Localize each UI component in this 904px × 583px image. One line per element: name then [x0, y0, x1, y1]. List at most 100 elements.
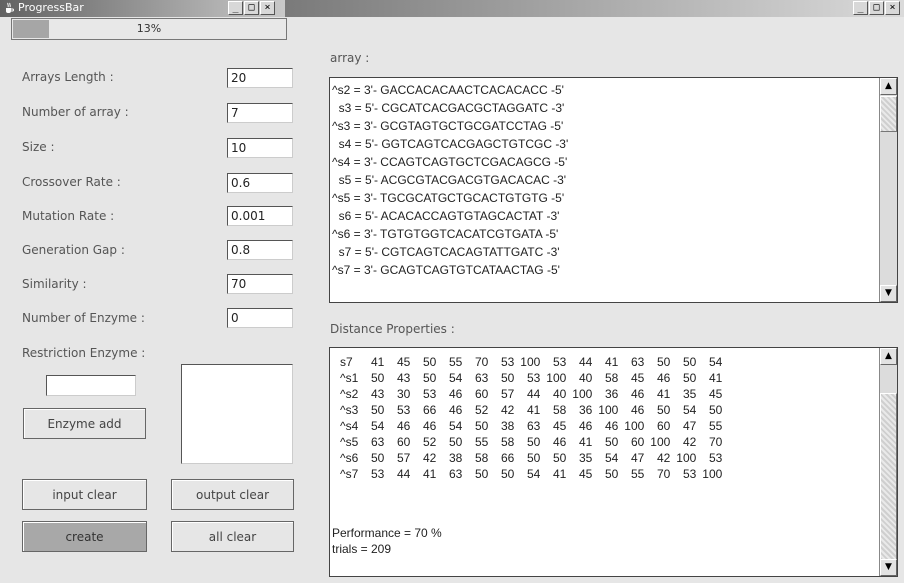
- distance-row-label: ^s1: [340, 371, 359, 385]
- main-window-controls: _ □ ×: [853, 1, 900, 15]
- restriction-enzyme-input[interactable]: [46, 375, 136, 396]
- restriction-enzyme-label: Restriction Enzyme :: [22, 346, 146, 360]
- distance-cell: 50: [474, 419, 489, 433]
- output-clear-button[interactable]: output clear: [171, 479, 294, 510]
- distance-cell: 50: [370, 451, 385, 465]
- distance-cell: 53: [526, 371, 541, 385]
- distance-cell: 54: [682, 403, 697, 417]
- scroll-up-icon[interactable]: ▲: [880, 348, 897, 365]
- distance-row: ^s3 50 53 66 46 52 42 41 58 36 100 46 50 54 50: [340, 402, 722, 418]
- distance-row: ^s1 50 43 50 54 63 50 53 100 40 58 45 46 50 41: [340, 370, 722, 386]
- distance-cell: 52: [474, 403, 489, 417]
- progress-window-title: ProgressBar: [18, 1, 84, 14]
- distance-cell: 58: [604, 371, 619, 385]
- sequence-line: s5 = 5'- ACGCGTACGACGTGACACAC -3': [332, 173, 567, 187]
- distance-cell: 52: [422, 435, 437, 449]
- distance-row-label: s7: [340, 355, 353, 369]
- distance-cell: 60: [656, 419, 671, 433]
- generation-gap-label: Generation Gap :: [22, 243, 125, 257]
- distance-output-panel[interactable]: s7 41 45 50 55 70 53 100 53 44 41 63 50 50 54 ^s1 50 43 50…: [329, 347, 898, 577]
- sequence-line: s4 = 5'- GGTCAGTCACGAGCTGTCGC -3': [332, 137, 569, 151]
- close-icon[interactable]: ×: [260, 1, 275, 15]
- distance-cell: 60: [630, 435, 645, 449]
- number-of-array-input[interactable]: 7: [227, 103, 293, 123]
- size-input[interactable]: 10: [227, 138, 293, 158]
- distance-cell: 40: [552, 387, 567, 401]
- distance-cell: 100: [676, 451, 697, 465]
- scroll-down-icon[interactable]: ▼: [880, 285, 897, 302]
- distance-cell: 44: [396, 467, 411, 481]
- distance-cell: 35: [682, 387, 697, 401]
- distance-cell: 43: [396, 371, 411, 385]
- distance-cell: 45: [578, 467, 593, 481]
- distance-row: ^s4 54 46 46 54 50 38 63 45 46 46 100 60 47 55: [340, 418, 722, 434]
- distance-cell: 35: [578, 451, 593, 465]
- distance-cell: 66: [500, 451, 515, 465]
- distance-cell: 50: [422, 355, 437, 369]
- arrays-length-input[interactable]: 20: [227, 68, 293, 88]
- distance-cell: 30: [396, 387, 411, 401]
- sequence-line: ^s3 = 3'- GCGTAGTGCTGCGATCCTAG -5': [332, 119, 564, 133]
- distance-cell: 50: [526, 451, 541, 465]
- array-output-panel[interactable]: ^s2 = 3'- GACCACACAACTCACACACC -5' s3 = …: [329, 77, 898, 303]
- scroll-up-icon[interactable]: ▲: [880, 78, 897, 95]
- enzyme-add-button[interactable]: Enzyme add: [23, 408, 146, 439]
- distance-cell: 66: [422, 403, 437, 417]
- distance-cell: 50: [500, 467, 515, 481]
- distance-table: s7 41 45 50 55 70 53 100 53 44 41 63 50 50 54 ^s1 50 43 50…: [340, 354, 722, 482]
- scroll-down-icon[interactable]: ▼: [880, 559, 897, 576]
- distance-cell: 42: [422, 451, 437, 465]
- app-root: ProgressBar _ □ × _ □ × 13% Arrays Lengt…: [0, 0, 904, 583]
- sequence-line: ^s2 = 3'- GACCACACAACTCACACACC -5': [332, 83, 564, 97]
- distance-cell: 50: [526, 435, 541, 449]
- distance-cell: 50: [656, 403, 671, 417]
- distance-cell: 70: [474, 355, 489, 369]
- distance-cell: 55: [708, 419, 723, 433]
- similarity-label: Similarity :: [22, 277, 87, 291]
- distance-row: ^s6 50 57 42 38 58 66 50 50 35 54 47 42 100 53: [340, 450, 722, 466]
- minimize-icon[interactable]: _: [853, 1, 868, 15]
- distance-cell: 54: [604, 451, 619, 465]
- maximize-icon[interactable]: □: [869, 1, 884, 15]
- distance-row-label: ^s5: [340, 435, 359, 449]
- distance-cell: 57: [500, 387, 515, 401]
- sequence-line: s6 = 5'- ACACACCAGTGTAGCACTAT -3': [332, 209, 560, 223]
- scroll-thumb[interactable]: [880, 393, 897, 561]
- distance-cell: 43: [370, 387, 385, 401]
- distance-cell: 50: [604, 467, 619, 481]
- generation-gap-input[interactable]: 0.8: [227, 240, 293, 260]
- distance-cell: 46: [630, 387, 645, 401]
- main-window-titlebar[interactable]: _ □ ×: [285, 0, 904, 17]
- distance-cell: 53: [682, 467, 697, 481]
- distance-cell: 58: [552, 403, 567, 417]
- enzyme-list[interactable]: [181, 364, 293, 464]
- distance-cell: 45: [630, 371, 645, 385]
- similarity-input[interactable]: 70: [227, 274, 293, 294]
- distance-cell: 46: [422, 419, 437, 433]
- maximize-icon[interactable]: □: [244, 1, 259, 15]
- distance-cell: 70: [708, 435, 723, 449]
- crossover-rate-input[interactable]: 0.6: [227, 173, 293, 193]
- input-clear-button[interactable]: input clear: [22, 479, 147, 510]
- distance-cell: 70: [656, 467, 671, 481]
- progress-window-titlebar[interactable]: ProgressBar _ □ ×: [0, 0, 285, 17]
- progress-bar: 13%: [11, 18, 287, 40]
- distance-cell: 54: [370, 419, 385, 433]
- distance-scrollbar[interactable]: ▲ ▼: [879, 348, 897, 576]
- number-of-enzyme-input[interactable]: 0: [227, 308, 293, 328]
- sequence-line: ^s6 = 3'- TGTGTGGTCACATCGTGATA -5': [332, 227, 559, 241]
- distance-cell: 46: [604, 419, 619, 433]
- close-icon[interactable]: ×: [885, 1, 900, 15]
- distance-cell: 50: [474, 467, 489, 481]
- mutation-rate-input[interactable]: 0.001: [227, 206, 293, 226]
- distance-cell: 53: [370, 467, 385, 481]
- scroll-thumb[interactable]: [880, 96, 897, 132]
- minimize-icon[interactable]: _: [228, 1, 243, 15]
- array-scrollbar[interactable]: ▲ ▼: [879, 78, 897, 302]
- all-clear-button[interactable]: all clear: [171, 521, 294, 552]
- create-button[interactable]: create: [22, 521, 147, 552]
- distance-cell: 53: [500, 355, 515, 369]
- progress-percent: 13%: [136, 22, 162, 35]
- distance-row: ^s5 63 60 52 50 55 58 50 46 41 50 60 100 42 70: [340, 434, 722, 450]
- distance-cell: 42: [682, 435, 697, 449]
